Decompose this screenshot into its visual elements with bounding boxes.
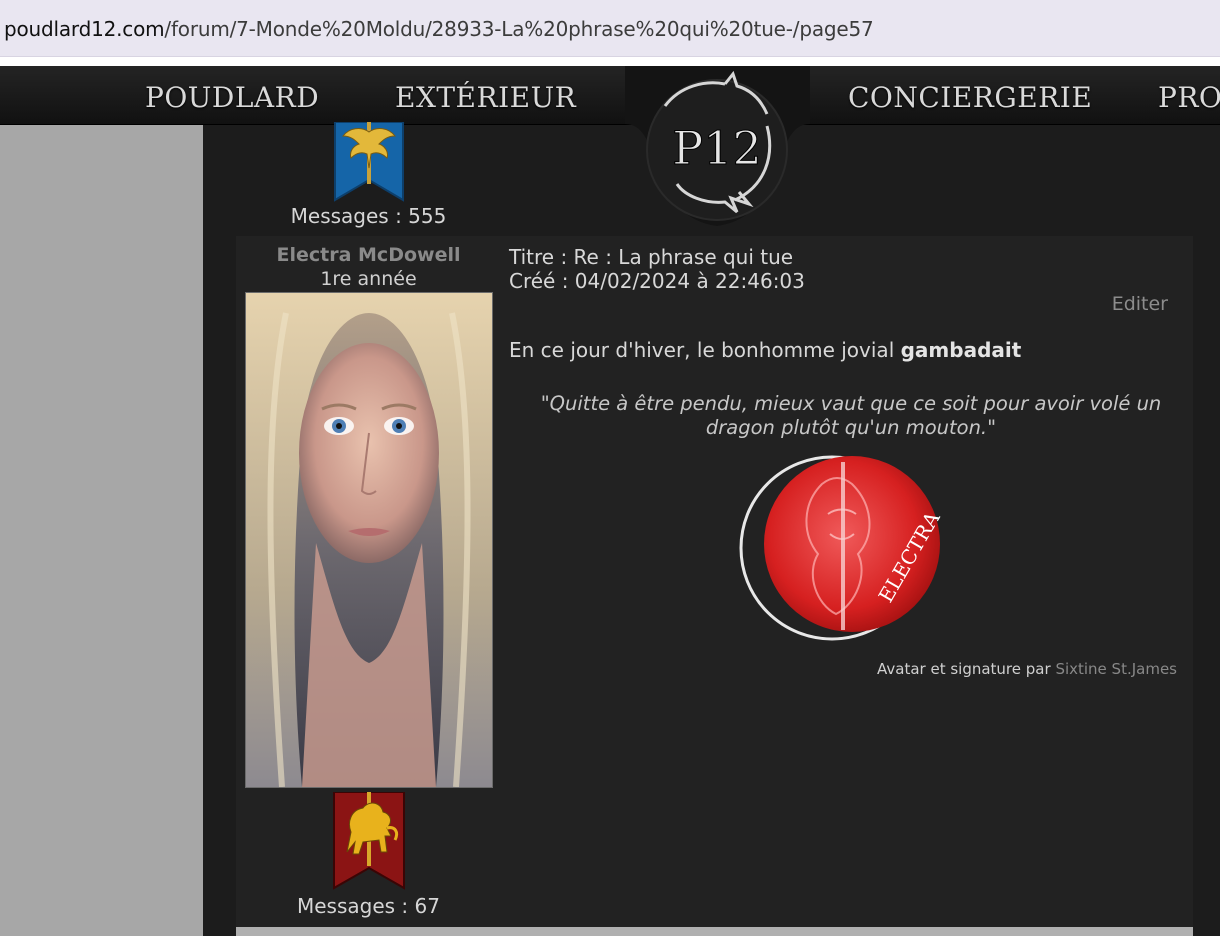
avatar-portrait (246, 293, 492, 787)
nav-exterieur[interactable]: EXTÉRIEUR (395, 81, 576, 114)
edit-button[interactable]: Editer (1112, 293, 1168, 315)
credit-author-link[interactable]: Sixtine St.James (1055, 660, 1177, 678)
post-body-text: En ce jour d'hiver, le bonhomme jovial (509, 338, 901, 362)
signature-credit: Avatar et signature par Sixtine St.James (877, 660, 1177, 678)
nav-poudlard[interactable]: POUDLARD (145, 81, 319, 114)
browser-address-bar[interactable]: poudlard12.com/forum/7-Monde%20Moldu/289… (0, 0, 1220, 57)
gryffindor-lion-banner-icon (333, 792, 405, 890)
forum-page: POUDLARD EXTÉRIEUR CONCIERGERIE PRO Mess… (0, 66, 1220, 936)
url-path: /forum/7-Monde%20Moldu/28933-La%20phrase… (164, 17, 874, 41)
signature-seal-image: ELECTRA (739, 455, 944, 641)
p12-dragon-logo-icon[interactable]: P12 (625, 66, 810, 231)
previous-post-messages-count: Messages : 555 (290, 204, 447, 228)
site-navbar: POUDLARD EXTÉRIEUR CONCIERGERIE PRO (0, 66, 1220, 125)
nav-pro[interactable]: PRO (1158, 81, 1220, 114)
post-created-date: Créé : 04/02/2024 à 22:46:03 (509, 269, 805, 293)
signature-quote: "Quitte à être pendu, mieux vaut que ce … (540, 392, 1162, 439)
url-domain: poudlard12.com (4, 17, 165, 41)
nav-conciergerie[interactable]: CONCIERGERIE (848, 81, 1092, 114)
post-body: En ce jour d'hiver, le bonhomme jovial g… (509, 338, 1021, 362)
post-body-bold: gambadait (900, 338, 1022, 362)
author-rank: 1re année (320, 268, 417, 290)
browser-divider (0, 57, 1220, 66)
url-text[interactable]: poudlard12.com/forum/7-Monde%20Moldu/289… (4, 17, 874, 41)
ravenclaw-eagle-banner-icon (334, 122, 404, 202)
author-avatar (245, 292, 493, 788)
credit-label: Avatar et signature par (877, 660, 1051, 678)
forum-post: Electra McDowell 1re année Messages: 67… (236, 236, 1193, 936)
author-name-link[interactable]: Electra McDowell (236, 244, 501, 266)
post-title: Titre : Re : La phrase qui tue (509, 245, 794, 269)
author-messages-count: Messages : 67 (297, 894, 440, 918)
logo-text: P12 (672, 121, 761, 175)
post-separator (236, 927, 1193, 936)
